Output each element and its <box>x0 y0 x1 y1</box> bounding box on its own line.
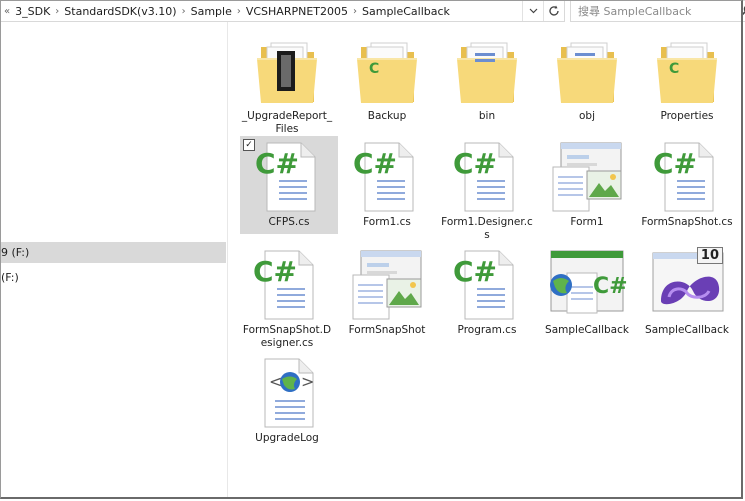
csproj-file-icon: C# <box>547 247 628 321</box>
item-label: SampleCallback <box>645 324 729 336</box>
item-label: FormSnapShot.Designer.cs <box>242 324 332 349</box>
item-label: Properties <box>660 110 714 122</box>
file-item[interactable]: FormSnapShot <box>338 244 436 337</box>
svg-text:>: > <box>301 372 314 391</box>
search-icon[interactable] <box>737 4 745 19</box>
file-item[interactable]: Program.cs <box>438 244 536 337</box>
file-item[interactable]: Form1.Designer.cs <box>438 136 536 242</box>
folder-item[interactable]: C Backup <box>338 30 436 123</box>
upgrade-log-icon: < > <box>247 355 327 429</box>
csharp-file-icon <box>347 139 427 213</box>
breadcrumb-item[interactable]: SampleCallback <box>359 5 453 18</box>
folder-item[interactable]: C Properties <box>638 30 736 123</box>
refresh-icon[interactable] <box>543 1 564 21</box>
csharp-file-icon <box>247 247 327 321</box>
search-box[interactable]: 搜尋 SampleCallback <box>570 0 745 22</box>
nav-item-label: (F:) <box>1 271 19 284</box>
item-label: FormSnapShot <box>348 324 426 336</box>
csharp-file-icon <box>647 139 727 213</box>
folder-icon <box>547 33 627 107</box>
chevron-right-icon[interactable]: › <box>53 6 61 17</box>
file-item[interactable]: FormSnapShot.cs <box>638 136 736 229</box>
item-label: Form1.Designer.cs <box>441 216 533 241</box>
version-badge: 10 <box>696 247 723 264</box>
visual-studio-solution-icon: 10 <box>647 247 727 321</box>
item-label: Program.cs <box>457 324 517 336</box>
csharp-file-icon <box>447 139 527 213</box>
item-label: obj <box>578 110 595 122</box>
folder-icon: C <box>347 33 427 107</box>
search-input[interactable]: 搜尋 SampleCallback <box>571 3 737 19</box>
pane-divider[interactable] <box>227 22 228 497</box>
breadcrumb: « 3_SDK › StandardSDK(v3.10) › Sample › … <box>0 5 522 18</box>
folder-icon <box>447 33 527 107</box>
item-label: Form1.cs <box>363 216 411 228</box>
resx-file-icon <box>547 139 627 213</box>
item-label: Backup <box>367 110 407 122</box>
breadcrumb-item[interactable]: VCSHARPNET2005 <box>243 5 351 18</box>
nav-item-drive[interactable]: (F:) <box>0 267 226 288</box>
file-item[interactable]: < > UpgradeLog <box>238 352 336 445</box>
file-item[interactable]: FormSnapShot.Designer.cs <box>238 244 336 350</box>
resx-file-icon <box>347 247 427 321</box>
item-label: _UpgradeReport_Files <box>241 110 333 135</box>
folder-item[interactable]: bin <box>438 30 536 123</box>
address-bar[interactable]: « 3_SDK › StandardSDK(v3.10) › Sample › … <box>0 0 565 22</box>
breadcrumb-item[interactable]: Sample <box>188 5 235 18</box>
csharp-file-icon <box>249 139 329 213</box>
file-grid: _UpgradeReport_Files C Backup bin obj C … <box>232 30 742 490</box>
svg-text:C: C <box>369 61 379 77</box>
file-item[interactable]: Form1 <box>538 136 636 229</box>
folder-item[interactable]: obj <box>538 30 636 123</box>
item-label: bin <box>478 110 496 122</box>
folder-report-icon <box>247 33 327 107</box>
item-label: SampleCallback <box>545 324 629 336</box>
nav-item-label: 9 (F:) <box>1 246 30 259</box>
item-label: FormSnapShot.cs <box>641 216 733 228</box>
csharp-file-icon <box>447 247 527 321</box>
nav-item-drive[interactable]: 9 (F:) <box>0 242 226 263</box>
item-label: CFPS.cs <box>268 216 310 228</box>
svg-text:C: C <box>669 61 679 77</box>
chevron-right-icon[interactable]: › <box>235 6 243 17</box>
file-item[interactable]: Form1.cs <box>338 136 436 229</box>
chevron-right-icon[interactable]: › <box>351 6 359 17</box>
file-item[interactable]: ✓ CFPS.cs <box>240 136 338 234</box>
breadcrumb-item[interactable]: 3_SDK <box>12 5 53 18</box>
item-label: Form1 <box>570 216 604 228</box>
item-label: UpgradeLog <box>255 432 319 444</box>
file-item[interactable]: C# SampleCallback <box>538 244 636 337</box>
folder-item[interactable]: _UpgradeReport_Files <box>238 30 336 136</box>
dropdown-chevron-icon[interactable] <box>522 1 543 21</box>
breadcrumb-item[interactable]: StandardSDK(v3.10) <box>61 5 179 18</box>
file-item[interactable]: 10 SampleCallback <box>638 244 736 337</box>
svg-text:C#: C# <box>593 274 627 299</box>
chevron-right-icon[interactable]: › <box>180 6 188 17</box>
folder-icon: C <box>647 33 727 107</box>
overflow-chevron-icon[interactable]: « <box>2 6 12 17</box>
